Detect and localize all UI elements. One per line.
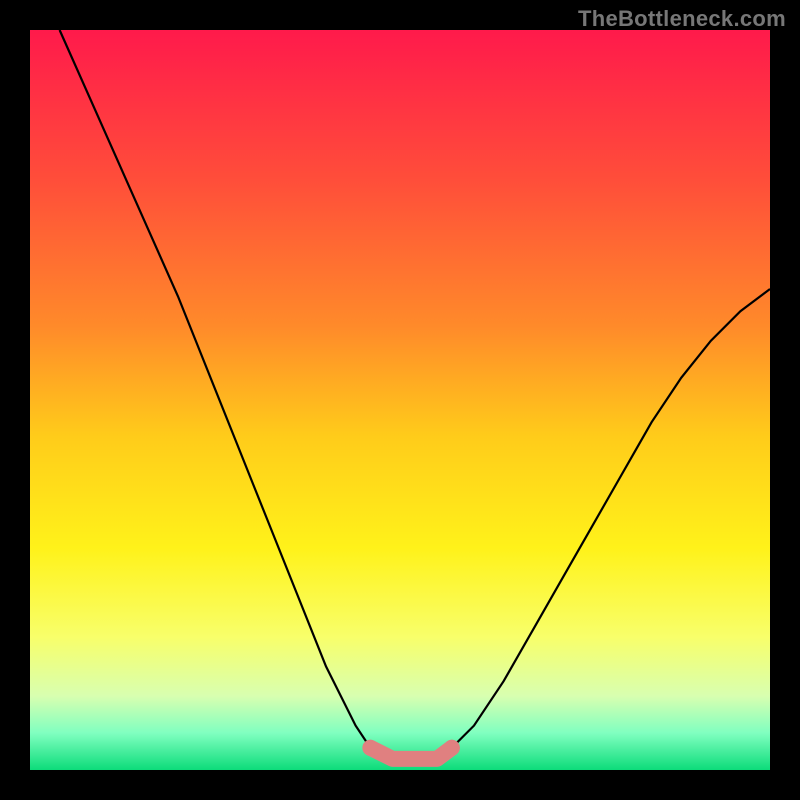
gradient-background <box>30 30 770 770</box>
marker-dot <box>362 740 378 756</box>
marker-dot <box>444 740 460 756</box>
watermark-label: TheBottleneck.com <box>578 6 786 32</box>
bottleneck-chart <box>0 0 800 800</box>
chart-frame: TheBottleneck.com <box>0 0 800 800</box>
